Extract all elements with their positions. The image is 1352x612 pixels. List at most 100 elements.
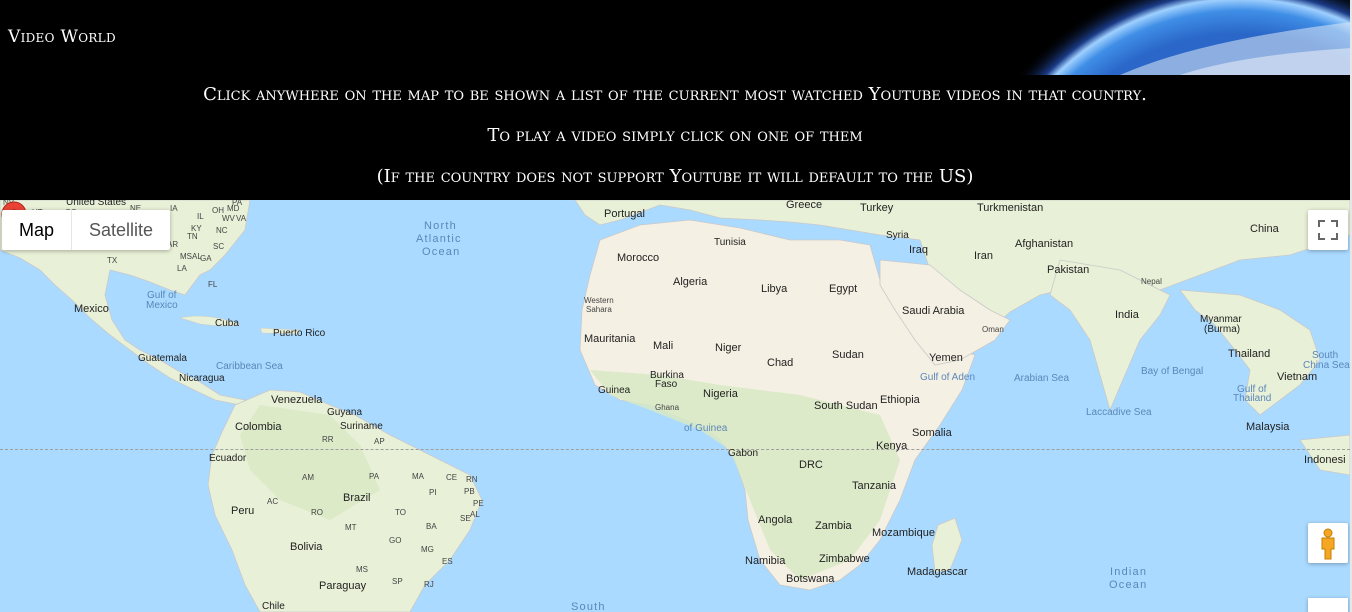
map-label: Kenya: [876, 440, 908, 452]
map-label: Zimbabwe: [819, 553, 870, 565]
map-label: China: [1250, 223, 1279, 235]
map-label: Namibia: [745, 555, 786, 567]
map-label: SP: [392, 577, 403, 586]
map-label: Ecuador: [209, 453, 247, 464]
map-label: Atlantic: [416, 233, 462, 245]
map-label: Algeria: [673, 276, 708, 288]
map-label: Indian: [1110, 566, 1148, 578]
map-label: GA: [200, 254, 212, 263]
map-label: Bay of Bengal: [1141, 366, 1204, 377]
map-label: Afghanistan: [1015, 238, 1074, 250]
map-label: MS: [180, 252, 192, 261]
instruction-line-2: To play a video simply click on one of t…: [487, 125, 863, 146]
map-label: AM: [302, 473, 314, 482]
instruction-line-3: (If the country does not support Youtube…: [376, 166, 974, 187]
map-label: Indonesi: [1304, 454, 1346, 466]
map-label: Ghana: [655, 403, 680, 412]
map-label: Ethiopia: [880, 394, 920, 406]
map-label: Yemen: [929, 352, 963, 364]
map-label: Thailand: [1228, 348, 1271, 360]
equator-line: [0, 449, 1350, 450]
world-map[interactable]: NV United States UT CO NE IA IL OH PA MD…: [0, 200, 1350, 612]
map-label: Tanzania: [852, 480, 897, 492]
map-label: Syria: [886, 230, 909, 241]
map-label: TO: [395, 508, 406, 517]
map-label: RR: [322, 435, 334, 444]
map-label: Guyana: [327, 407, 363, 418]
map-label: FL: [208, 280, 218, 289]
map-label: Puerto Rico: [273, 328, 326, 339]
map-label: Angola: [758, 514, 793, 526]
map-label: Zambia: [815, 520, 852, 532]
map-label: Madagascar: [907, 566, 968, 578]
map-label: MD: [227, 204, 240, 213]
map-label: Bolivia: [290, 541, 323, 553]
map-label: Mexico: [146, 300, 178, 311]
zoom-control[interactable]: [1308, 598, 1348, 612]
map-label: GO: [389, 536, 402, 545]
fullscreen-button[interactable]: [1308, 210, 1348, 250]
map-label: Chad: [767, 357, 794, 369]
map-label: Egypt: [829, 283, 858, 295]
map-type-map-button[interactable]: Map: [2, 210, 71, 250]
map-label: RN: [466, 475, 478, 484]
map-label: IA: [170, 204, 178, 213]
map-label: TX: [107, 256, 118, 265]
map-label: Mozambique: [872, 527, 935, 539]
map-label: WV: [222, 214, 235, 223]
map-label: Niger: [715, 342, 742, 354]
map-label: PE: [473, 499, 484, 508]
street-view-pegman-button[interactable]: [1308, 523, 1348, 563]
map-label: Turkey: [860, 202, 894, 214]
map-label: South: [571, 601, 606, 612]
map-label: Somalia: [912, 427, 952, 439]
map-label: VA: [236, 214, 247, 223]
map-label: Greece: [786, 200, 823, 211]
map-label: Laccadive Sea: [1086, 407, 1152, 418]
map-label: RO: [311, 508, 323, 517]
map-label: Guinea: [598, 385, 631, 396]
map-label: PI: [429, 488, 437, 497]
map-label: Iraq: [909, 244, 928, 256]
map-label: United States: [66, 200, 127, 208]
map-label: China Sea: [1303, 360, 1350, 371]
map-label: Turkmenistan: [977, 202, 1044, 214]
map-label: Caribbean Sea: [216, 361, 283, 372]
map-label: MG: [421, 545, 434, 554]
map-label: IL: [197, 212, 204, 221]
map-label: Gulf of Aden: [920, 372, 976, 383]
map-label: Nicaragua: [179, 373, 225, 384]
map-label: PA: [369, 472, 380, 481]
map-label: AL: [470, 510, 480, 519]
map-type-satellite-button[interactable]: Satellite: [71, 210, 170, 250]
map-type-control: Map Satellite: [2, 210, 171, 250]
map-label: Malaysia: [1246, 421, 1290, 433]
map-label: Ocean: [422, 246, 461, 258]
map-label: Tunisia: [714, 237, 746, 248]
map-label: LA: [177, 264, 187, 273]
map-label: Brazil: [343, 492, 371, 504]
map-label: Vietnam: [1277, 371, 1318, 383]
map-label: Botswana: [786, 573, 835, 585]
map-label: Mexico: [74, 303, 109, 315]
map-label: Arabian Sea: [1014, 373, 1070, 384]
map-label: RJ: [424, 580, 434, 589]
map-label: SE: [460, 514, 471, 523]
map-label: AC: [267, 497, 279, 506]
map-label: Libya: [761, 283, 788, 295]
map-label: Gabon: [728, 448, 759, 459]
map-label: India: [1115, 309, 1139, 321]
page-header: Video World: [0, 0, 1352, 75]
map-label: Suriname: [340, 421, 383, 432]
map-label: South Sudan: [814, 400, 878, 412]
instructions-panel: Click anywhere on the map to be shown a …: [0, 75, 1350, 200]
map-label: Mauritania: [584, 333, 636, 345]
site-title: Video World: [8, 27, 116, 47]
map-label: Mali: [653, 340, 674, 352]
pegman-icon: [1321, 528, 1335, 560]
map-label: (Burma): [1204, 324, 1241, 335]
map-label: MA: [412, 472, 424, 481]
map-label: Thailand: [1233, 393, 1272, 404]
map-label: ES: [442, 557, 453, 566]
map-label: Venezuela: [271, 394, 323, 406]
